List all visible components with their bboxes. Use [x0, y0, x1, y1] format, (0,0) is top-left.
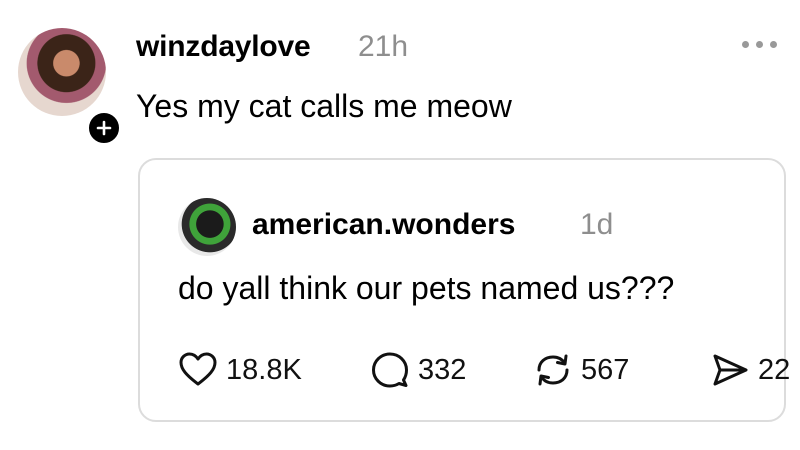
plus-icon — [96, 120, 112, 136]
like-button[interactable]: 18.8K — [178, 350, 302, 390]
author-avatar[interactable] — [18, 28, 106, 116]
reply-button[interactable]: 332 — [370, 350, 466, 390]
post-text: Yes my cat calls me meow — [136, 88, 512, 124]
follow-button[interactable] — [86, 110, 122, 146]
quoted-post-card[interactable]: american.wonders 1d do yall think our pe… — [138, 158, 790, 422]
author-avatar-container[interactable] — [18, 28, 122, 146]
dot — [756, 40, 763, 48]
quoted-author-username[interactable]: american.wonders — [252, 208, 515, 242]
like-count: 18.8K — [226, 353, 302, 386]
post-timestamp[interactable]: 21h — [358, 30, 408, 64]
more-dots-icon[interactable] — [742, 38, 782, 50]
quoted-author-avatar[interactable] — [178, 198, 236, 256]
share-button[interactable]: 22 — [710, 350, 790, 390]
quoted-post-timestamp[interactable]: 1d — [580, 208, 613, 242]
repost-icon — [533, 350, 573, 390]
dot — [742, 40, 749, 48]
share-count: 22 — [758, 353, 791, 386]
comment-icon — [370, 350, 410, 390]
quoted-post-text: do yall think our pets named us??? — [178, 270, 675, 306]
reply-count: 332 — [418, 353, 467, 386]
repost-count: 567 — [581, 353, 630, 386]
heart-icon — [178, 350, 218, 390]
send-icon — [710, 350, 750, 390]
dot — [770, 40, 777, 48]
repost-button[interactable]: 567 — [533, 350, 629, 390]
quoted-post-actions: 18.8K 332 567 22 — [178, 350, 790, 390]
author-username[interactable]: winzdaylove — [136, 30, 311, 64]
